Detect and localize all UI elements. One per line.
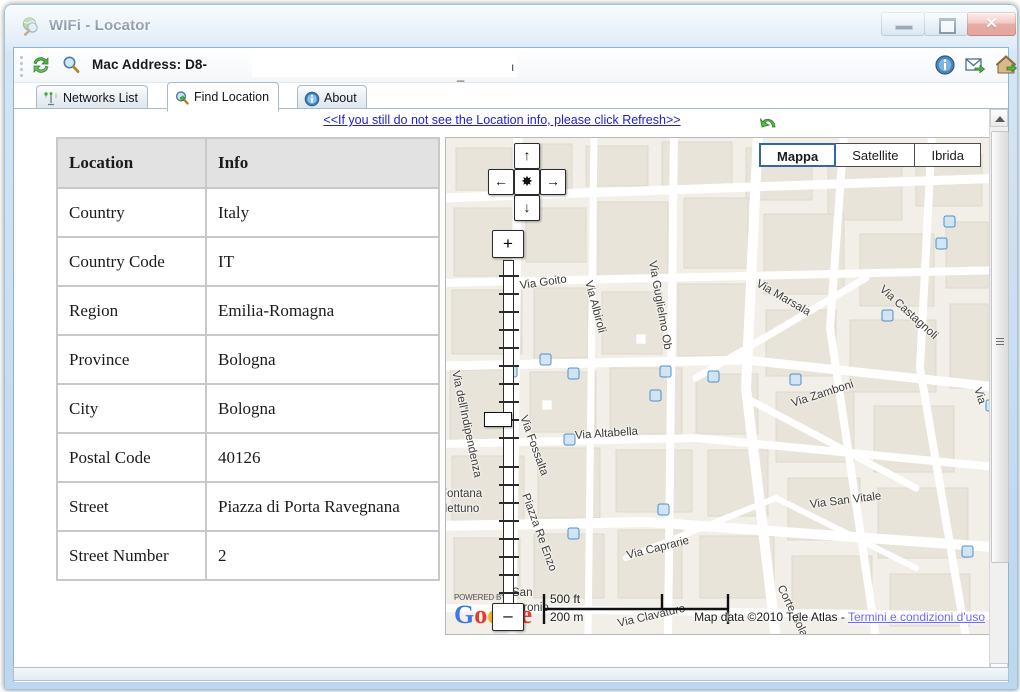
table-header-row: Location Info bbox=[57, 138, 439, 188]
antenna-icon bbox=[44, 92, 58, 106]
attribution-text: Map data ©2010 Tele Atlas - bbox=[694, 610, 848, 624]
row-key: City bbox=[57, 384, 206, 433]
map-attribution: Map data ©2010 Tele Atlas - Termini e co… bbox=[694, 610, 985, 624]
tab-label: About bbox=[324, 91, 357, 105]
map-type-ibrida[interactable]: Ibrida bbox=[915, 143, 981, 167]
table-row: Country Code IT bbox=[57, 237, 439, 286]
pan-control[interactable]: ↑ ← ✸ → ↓ bbox=[488, 143, 566, 221]
table-row: Country Italy bbox=[57, 188, 439, 237]
tab-networks-list[interactable]: Networks List bbox=[36, 85, 149, 110]
mail-send-icon[interactable] bbox=[964, 54, 986, 76]
pan-up-button[interactable]: ↑ bbox=[514, 143, 540, 169]
zoom-in-button[interactable]: + bbox=[492, 230, 524, 258]
table-row: Street Piazza di Porta Ravegnana bbox=[57, 482, 439, 531]
mac-address-tail: _ bbox=[457, 67, 465, 82]
row-value: Emilia-Romagna bbox=[206, 286, 439, 335]
home-icon[interactable] bbox=[996, 54, 1018, 76]
map-type-satellite[interactable]: Satellite bbox=[836, 143, 916, 167]
row-value: IT bbox=[206, 237, 439, 286]
pan-center-button[interactable]: ✸ bbox=[514, 169, 540, 195]
tab-strip: Networks List Find Location About bbox=[14, 82, 1008, 112]
magnifier-plus-icon bbox=[175, 91, 189, 105]
table-row: City Bologna bbox=[57, 384, 439, 433]
client-area: Mac Address: D8- _ ı Networks List Find … bbox=[13, 47, 1017, 682]
pan-right-button[interactable]: → bbox=[540, 169, 566, 195]
row-value: 40126 bbox=[206, 433, 439, 482]
toolbar-grip[interactable] bbox=[20, 56, 23, 77]
row-value: Italy bbox=[206, 188, 439, 237]
maximize-button[interactable] bbox=[924, 12, 968, 36]
row-value: Bologna bbox=[206, 384, 439, 433]
tab-label: Networks List bbox=[63, 91, 139, 105]
desktop-background: WIFi - Locator ✕ Mac Address: D8- _ ı Ne… bbox=[0, 0, 1020, 692]
row-key: Street Number bbox=[57, 531, 206, 580]
mac-address-tail-2: ı bbox=[511, 60, 515, 74]
row-value: Piazza di Porta Ravegnana bbox=[206, 482, 439, 531]
globe-magnifier-icon bbox=[22, 17, 38, 36]
row-key: Country bbox=[57, 188, 206, 237]
toolbar: Mac Address: D8- _ ı bbox=[14, 48, 1017, 83]
row-key: Province bbox=[57, 335, 206, 384]
minimize-button[interactable] bbox=[881, 12, 925, 36]
zoom-slider-track[interactable] bbox=[499, 260, 519, 606]
scrollbar-grip bbox=[996, 338, 1004, 347]
row-key: Street bbox=[57, 482, 206, 531]
info-icon bbox=[304, 91, 320, 107]
map-type-selector[interactable]: Mappa Satellite Ibrida bbox=[759, 143, 981, 167]
column-header-location: Location bbox=[57, 138, 206, 188]
find-location-page: <<If you still do not see the Location i… bbox=[14, 109, 1008, 681]
tab-label: Find Location bbox=[194, 90, 270, 104]
scroll-up-button[interactable] bbox=[990, 109, 1008, 127]
mac-address-label: Mac Address: D8- bbox=[92, 57, 208, 72]
refresh-hint: <<If you still do not see the Location i… bbox=[14, 113, 990, 127]
close-button[interactable]: ✕ bbox=[967, 12, 1016, 36]
tab-find-location[interactable]: Find Location bbox=[167, 82, 280, 112]
scrollbar-thumb[interactable] bbox=[991, 131, 1009, 563]
refresh-icon[interactable] bbox=[30, 54, 52, 76]
map-viewport[interactable]: Mappa Satellite Ibrida ↑ ← ✸ → ↓ + – Via… bbox=[445, 137, 990, 635]
application-window: WIFi - Locator ✕ Mac Address: D8- _ ı Ne… bbox=[4, 4, 1018, 690]
tab-about[interactable]: About bbox=[297, 85, 367, 110]
row-value: Bologna bbox=[206, 335, 439, 384]
info-icon[interactable] bbox=[934, 54, 956, 76]
title-bar[interactable]: WIFi - Locator ✕ bbox=[5, 5, 1017, 47]
pan-left-button[interactable]: ← bbox=[488, 169, 514, 195]
refresh-arrow-icon[interactable] bbox=[759, 111, 779, 131]
magnifier-icon[interactable] bbox=[60, 54, 82, 76]
terms-link[interactable]: Termini e condizioni d'uso bbox=[848, 610, 985, 624]
zoom-slider-thumb[interactable] bbox=[484, 412, 512, 427]
vertical-scrollbar[interactable] bbox=[989, 109, 1009, 681]
close-icon: ✕ bbox=[985, 15, 998, 32]
pan-down-button[interactable]: ↓ bbox=[514, 195, 540, 221]
window-bottom-strip bbox=[13, 667, 1009, 681]
row-key: Region bbox=[57, 286, 206, 335]
row-key: Postal Code bbox=[57, 433, 206, 482]
map-type-mappa[interactable]: Mappa bbox=[759, 143, 837, 167]
window-title: WIFi - Locator bbox=[49, 17, 151, 34]
zoom-out-button[interactable]: – bbox=[492, 603, 524, 631]
table-row: Street Number 2 bbox=[57, 531, 439, 580]
location-info-table: Location Info Country Italy Country Code I… bbox=[56, 137, 440, 581]
zoom-control[interactable]: + – bbox=[484, 230, 524, 631]
table-row: Postal Code 40126 bbox=[57, 433, 439, 482]
row-value: 2 bbox=[206, 531, 439, 580]
mac-address-value-redacted bbox=[252, 53, 517, 77]
row-key: Country Code bbox=[57, 237, 206, 286]
table-row: Province Bologna bbox=[57, 335, 439, 384]
refresh-link[interactable]: <<If you still do not see the Location i… bbox=[323, 113, 680, 127]
table-row: Region Emilia-Romagna bbox=[57, 286, 439, 335]
column-header-info: Info bbox=[206, 138, 439, 188]
